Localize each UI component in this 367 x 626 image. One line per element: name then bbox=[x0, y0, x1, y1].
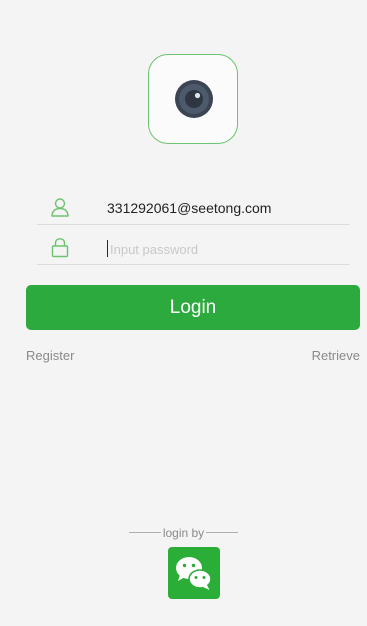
login-by-label: login by bbox=[162, 525, 205, 540]
retrieve-link[interactable]: Retrieve bbox=[312, 348, 360, 363]
password-field[interactable]: Input password bbox=[37, 230, 350, 265]
login-screen: 331292061@seetong.com Input password Log… bbox=[0, 0, 367, 626]
password-placeholder: Input password bbox=[110, 242, 199, 257]
divider-line-left bbox=[128, 532, 161, 534]
register-link[interactable]: Register bbox=[26, 348, 74, 363]
wechat-login-button[interactable] bbox=[168, 547, 220, 599]
user-icon bbox=[51, 198, 69, 217]
text-cursor bbox=[107, 240, 108, 257]
app-logo bbox=[148, 54, 238, 144]
email-value: 331292061@seetong.com bbox=[107, 200, 272, 216]
lock-icon bbox=[51, 238, 69, 258]
login-button[interactable]: Login bbox=[26, 285, 360, 330]
wechat-icon bbox=[176, 557, 212, 590]
divider-line-right bbox=[206, 532, 239, 534]
email-field[interactable]: 331292061@seetong.com bbox=[37, 190, 350, 225]
login-by-divider: login by bbox=[0, 525, 367, 540]
camera-lens-icon bbox=[175, 80, 213, 118]
